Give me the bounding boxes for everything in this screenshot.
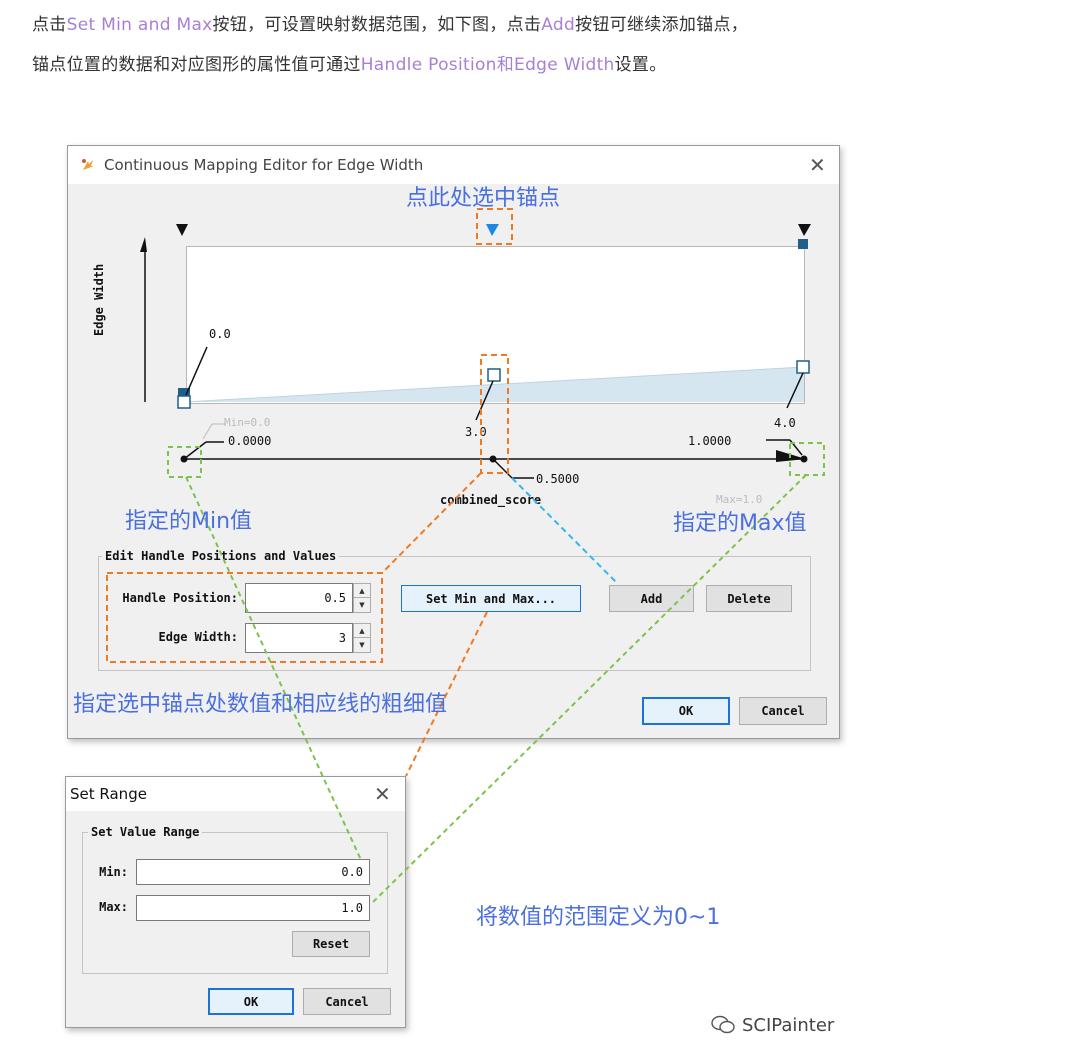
handle-value-right: 4.0: [774, 416, 796, 430]
close-icon[interactable]: ✕: [374, 782, 391, 806]
intro-highlight-text: Add: [541, 15, 576, 35]
title-bar: Continuous Mapping Editor for Edge Width…: [68, 146, 839, 184]
intro-text: 点击: [32, 15, 67, 35]
value-range-group-title: Set Value Range: [88, 825, 203, 839]
range-dialog-title: Set Range: [70, 785, 147, 803]
intro-highlight-text: Set Min and Max: [66, 15, 213, 35]
position-middle: 0.5000: [536, 472, 580, 486]
delete-button[interactable]: Delete: [706, 585, 792, 612]
continuous-mapping-editor-dialog: Continuous Mapping Editor for Edge Width…: [67, 145, 840, 739]
max-input[interactable]: 1.0: [136, 895, 370, 921]
intro-text: 按钮可继续添加锚点，: [575, 15, 749, 35]
position-left: 0.0000: [228, 434, 272, 448]
mapping-plot-area[interactable]: [186, 246, 805, 404]
handle-position-spinner[interactable]: ▲ ▼: [353, 583, 371, 613]
spin-down-icon[interactable]: ▼: [354, 598, 370, 612]
x-axis-label: combined_score: [440, 493, 542, 507]
annotation-max: 指定的Max值: [673, 511, 807, 536]
add-button[interactable]: Add: [609, 585, 694, 612]
handle-value-left: 0.0: [209, 327, 231, 341]
close-icon[interactable]: ✕: [809, 153, 826, 177]
annotation-select-handle: 点此处选中锚点: [406, 186, 561, 211]
ok-button[interactable]: OK: [642, 697, 730, 725]
set-min-max-button[interactable]: Set Min and Max...: [401, 585, 581, 612]
edge-width-label: Edge Width:: [158, 630, 238, 644]
edge-width-input[interactable]: 3: [245, 623, 353, 653]
intro-text: 锚点位置的数据和对应图形的属性值可通过: [32, 55, 361, 75]
spin-up-icon[interactable]: ▲: [354, 584, 370, 598]
max-label: Max:: [99, 900, 128, 914]
reset-button[interactable]: Reset: [292, 931, 370, 957]
position-right: 1.0000: [688, 434, 732, 448]
range-ok-button[interactable]: OK: [208, 988, 294, 1015]
intro-line-1: 点击Set Min and Max按钮，可设置映射数据范围，如下图，点击Add按…: [32, 10, 748, 35]
handle-position-label: Handle Position:: [122, 591, 238, 605]
watermark-text: SCIPainter: [742, 1015, 835, 1036]
spin-up-icon[interactable]: ▲: [354, 624, 370, 638]
intro-text: 按钮，可设置映射数据范围，如下图，点击: [212, 15, 542, 35]
cytoscape-app-icon: [82, 159, 94, 170]
min-label: Min:: [99, 865, 128, 879]
min-hint: Min=0.0: [224, 416, 271, 429]
y-axis-label: Edge Width: [92, 263, 106, 336]
spin-down-icon[interactable]: ▼: [354, 638, 370, 652]
intro-line-2: 锚点位置的数据和对应图形的属性值可通过Handle Position和Edge …: [32, 50, 667, 75]
min-input[interactable]: 0.0: [136, 859, 370, 885]
set-range-dialog: Set Range ✕ Set Value Range Min: 0.0 Max…: [65, 776, 406, 1028]
intro-text: 设置。: [614, 55, 667, 75]
range-cancel-button[interactable]: Cancel: [303, 988, 391, 1015]
annotation-values: 指定选中锚点处数值和相应线的粗细值: [73, 692, 448, 717]
edit-handle-group-title: Edit Handle Positions and Values: [102, 549, 340, 563]
handle-position-input[interactable]: 0.5: [245, 583, 353, 613]
edge-width-spinner[interactable]: ▲ ▼: [353, 623, 371, 653]
annotation-range: 将数值的范围定义为0~1: [476, 905, 721, 930]
edit-handle-group: [98, 556, 811, 671]
range-title-bar: Set Range ✕: [66, 777, 405, 811]
annotation-min: 指定的Min值: [125, 509, 253, 534]
handle-value-middle: 3.0: [465, 425, 487, 439]
wechat-icon: [711, 1015, 735, 1034]
dialog-title: Continuous Mapping Editor for Edge Width: [104, 156, 424, 174]
cancel-button[interactable]: Cancel: [739, 697, 827, 725]
watermark: SCIPainter: [710, 1014, 834, 1036]
intro-highlight-text: Handle Position和Edge Width: [360, 55, 615, 75]
